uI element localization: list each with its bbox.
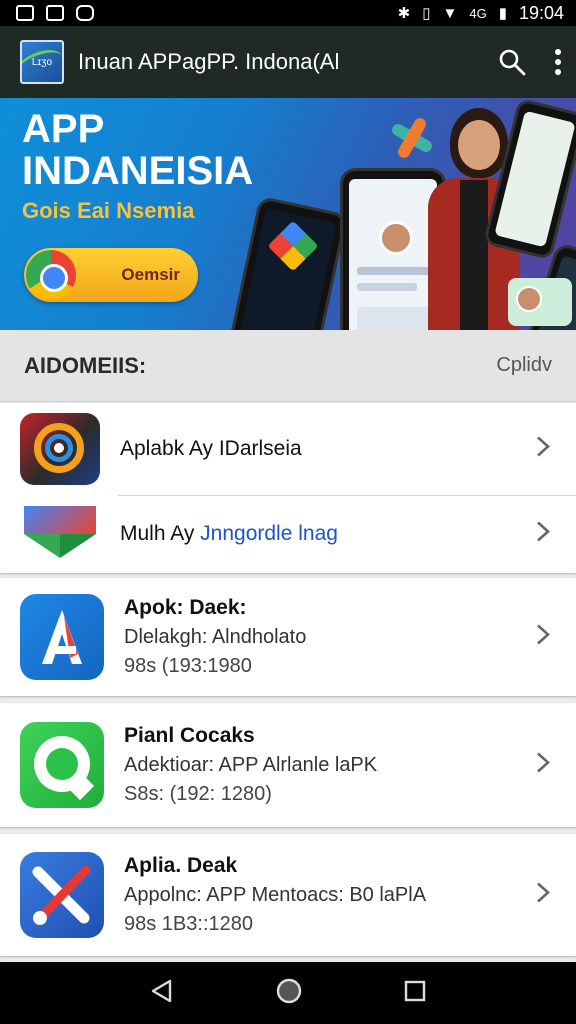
network-label: 4G xyxy=(469,5,487,21)
list-item-title: Mulh Ay Jnngordle lnag xyxy=(120,522,576,546)
app-logo[interactable]: Lɪʒo xyxy=(20,40,64,84)
vibrate-icon: ▯ xyxy=(422,4,431,22)
wrench-screwdriver-glyph xyxy=(32,865,91,925)
section-action-link[interactable]: Cplidv xyxy=(496,354,552,377)
chat-card-illustration xyxy=(508,278,572,326)
chevron-right-icon xyxy=(536,752,550,779)
app-card-text: Apok: Daek: Dlelakgh: Alndholato 98s (19… xyxy=(124,596,576,678)
chevron-right-icon xyxy=(536,624,550,651)
app-logo-text: Lɪʒo xyxy=(31,56,53,68)
banner-cta-label: Oemsir xyxy=(121,265,180,284)
overflow-menu-icon[interactable] xyxy=(554,49,562,75)
bluetooth-icon: ✱ xyxy=(397,4,411,22)
gallery-notification-icon xyxy=(16,5,34,21)
app-card[interactable]: Pianl Cocaks Adektioar: APP Alrlanle laP… xyxy=(0,703,576,827)
phone-illustration-left xyxy=(218,195,348,330)
tools-app-icon xyxy=(20,852,104,938)
home-icon[interactable] xyxy=(275,977,303,1010)
app-card-meta: 98s 1B3::1280 xyxy=(124,913,253,935)
chat-bubble-app-icon xyxy=(20,722,104,808)
app-card-subtitle: Adektioar: APP Alrlanle laPK xyxy=(124,754,378,776)
a-letter-app-icon xyxy=(20,594,104,680)
app-card[interactable]: Aplia. Deak Appolnc: APP Mentoacs: B0 la… xyxy=(0,834,576,956)
app-title: Inuan APPagPP. Indona(Al xyxy=(78,49,340,74)
app-card-subtitle: Appolnc: APP Mentoacs: B0 laPlA xyxy=(124,884,427,906)
promo-banner[interactable]: APP INDANEISIA Gois Eai Nsemia Oemsir xyxy=(0,98,576,330)
search-icon[interactable] xyxy=(498,48,526,76)
target-app-icon xyxy=(20,413,100,485)
app-card-row[interactable]: Pianl Cocaks Adektioar: APP Alrlanle laP… xyxy=(0,703,576,827)
app-notification-icon xyxy=(76,5,94,21)
back-icon[interactable] xyxy=(150,979,174,1008)
app-card-title: Apok: Daek: xyxy=(124,596,247,619)
list-item-title-prefix: Mulh Ay xyxy=(120,522,195,545)
section-header: AIDOMEIIS: Cplidv xyxy=(0,330,576,402)
app-card-title: Pianl Cocaks xyxy=(124,724,255,747)
chrome-icon xyxy=(26,250,76,300)
list-item[interactable]: Aplabk Ay IDarlseia xyxy=(0,403,576,495)
app-card-subtitle: Dlelakgh: Alndholato xyxy=(124,626,307,648)
list-item-title: Aplabk Ay IDarlseia xyxy=(120,437,302,460)
recents-icon[interactable] xyxy=(404,980,426,1007)
list-item[interactable]: Mulh Ay Jnngordle lnag xyxy=(0,495,576,573)
chevron-right-icon xyxy=(536,436,550,463)
chevron-right-icon xyxy=(536,521,550,548)
app-card-meta: 98s (193:1980 xyxy=(124,655,252,677)
photo-notification-icon xyxy=(46,5,64,21)
list-item-title-link[interactable]: Jnngordle lnag xyxy=(200,522,338,545)
clock: 19:04 xyxy=(518,2,564,23)
app-actions xyxy=(498,48,562,76)
app-card-row[interactable]: Apok: Daek: Dlelakgh: Alndholato 98s (19… xyxy=(0,578,576,696)
app-card-text: Pianl Cocaks Adektioar: APP Alrlanle laP… xyxy=(124,724,576,806)
app-card-meta: S8s: (192: 1280) xyxy=(124,783,272,805)
list-item-text: Mulh Ay Jnngordle lnag xyxy=(120,522,576,546)
direct-share-icon xyxy=(20,500,100,568)
wifi-icon: ▼ xyxy=(442,4,458,22)
battery-icon: ▮ xyxy=(498,4,507,22)
system-nav-bar xyxy=(0,962,576,1024)
status-left xyxy=(16,5,94,21)
app-bar: Lɪʒo Inuan APPagPP. Indona(Al xyxy=(0,26,576,98)
chevron-right-icon xyxy=(536,882,550,909)
app-card-title: Aplia. Deak xyxy=(124,854,238,877)
app-card-row[interactable]: Aplia. Deak Appolnc: APP Mentoacs: B0 la… xyxy=(0,834,576,956)
app-card-text: Aplia. Deak Appolnc: APP Mentoacs: B0 la… xyxy=(124,854,576,936)
section-title: AIDOMEIIS: xyxy=(24,352,147,378)
a-letter-glyph xyxy=(42,610,82,664)
status-right: ✱ ▯ ▼ 4G ▮ 19:04 xyxy=(398,3,564,24)
banner-subtitle: Gois Eai Nsemia xyxy=(22,198,195,223)
status-bar: ✱ ▯ ▼ 4G ▮ 19:04 xyxy=(0,0,576,26)
banner-cta-button[interactable]: Oemsir xyxy=(24,248,198,302)
banner-title: APP INDANEISIA xyxy=(22,107,254,193)
category-card: Aplabk Ay IDarlseia Mulh Ay Jnngordle ln… xyxy=(0,403,576,573)
list-item-text: Aplabk Ay IDarlseia xyxy=(120,437,576,461)
app-card[interactable]: Apok: Daek: Dlelakgh: Alndholato 98s (19… xyxy=(0,578,576,696)
